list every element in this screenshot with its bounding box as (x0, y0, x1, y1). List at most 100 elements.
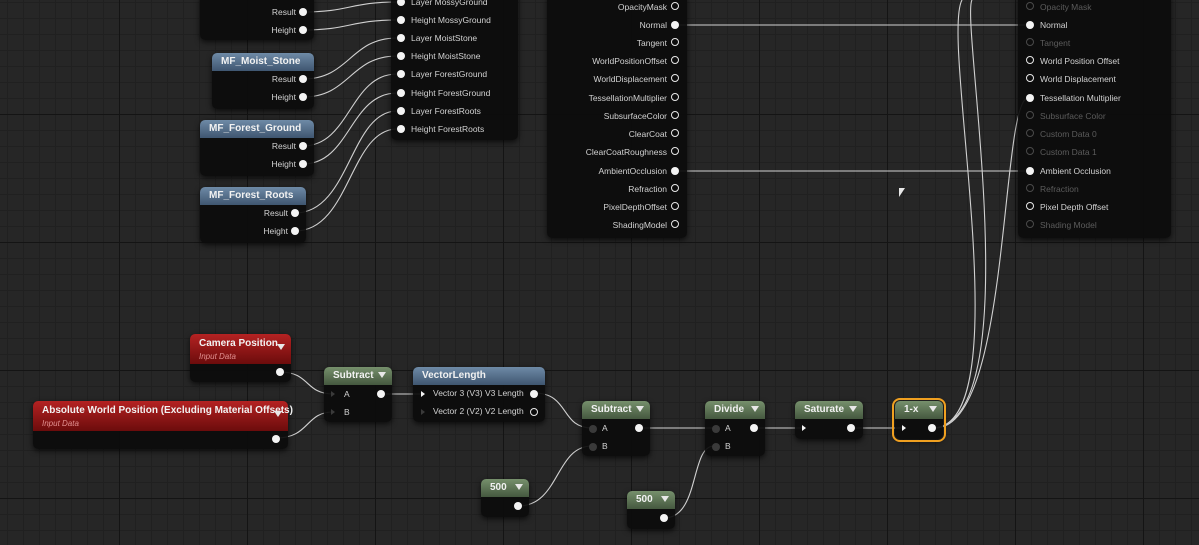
input-pin[interactable] (1026, 94, 1034, 102)
input-pin[interactable] (397, 107, 405, 115)
input-pin[interactable] (1026, 129, 1034, 137)
output-pin[interactable] (276, 368, 284, 376)
input-pin[interactable] (589, 425, 597, 433)
output-pin[interactable] (530, 390, 538, 398)
output-pin[interactable] (847, 424, 855, 432)
input-pin[interactable] (712, 425, 720, 433)
output-pin[interactable] (928, 424, 936, 432)
material-function-node-forest-ground[interactable]: MF_Forest_Ground Result Height (200, 120, 314, 176)
output-pin[interactable] (671, 56, 679, 64)
input-pin[interactable] (712, 443, 720, 451)
input-pin[interactable] (1026, 56, 1034, 64)
output-pin[interactable] (671, 38, 679, 46)
node-title: VectorLength (413, 367, 545, 385)
constant-node[interactable]: 500 (481, 479, 529, 517)
output-pin[interactable] (514, 502, 522, 510)
input-pin[interactable] (1026, 220, 1034, 228)
input-pin[interactable] (397, 70, 405, 78)
output-pin[interactable] (377, 390, 385, 398)
output-pin[interactable] (671, 147, 679, 155)
output-pin[interactable] (299, 75, 307, 83)
output-pin[interactable] (671, 74, 679, 82)
material-function-node-forest-roots[interactable]: MF_Forest_Roots Result Height (200, 187, 306, 243)
output-pin[interactable] (291, 209, 299, 217)
input-pin[interactable] (397, 52, 405, 60)
collapse-arrow-icon[interactable] (661, 496, 669, 502)
subtract-node-2[interactable]: Subtract A B (582, 401, 650, 456)
input-pin[interactable] (331, 391, 335, 397)
input-pin[interactable] (1026, 38, 1034, 46)
output-pin[interactable] (299, 8, 307, 16)
output-pin[interactable] (299, 26, 307, 34)
output-pin[interactable] (671, 2, 679, 10)
one-minus-node[interactable]: 1-x (892, 398, 946, 442)
input-pin[interactable] (397, 89, 405, 97)
node-title: Subtract (324, 367, 392, 385)
camera-position-node[interactable]: Camera Position Input Data (190, 334, 291, 382)
output-pin[interactable] (291, 227, 299, 235)
input-pin[interactable] (397, 0, 405, 6)
output-pin[interactable] (750, 424, 758, 432)
input-pin[interactable] (1026, 184, 1034, 192)
output-label: Height (263, 226, 288, 236)
input-pin[interactable] (1026, 74, 1034, 82)
output-pin[interactable] (660, 514, 668, 522)
collapse-arrow-icon[interactable] (849, 406, 857, 412)
constant-node-2[interactable]: 500 (627, 491, 675, 529)
output-pin[interactable] (272, 435, 280, 443)
collapse-arrow-icon[interactable] (636, 406, 644, 412)
output-pin[interactable] (671, 220, 679, 228)
collapse-arrow-icon[interactable] (929, 406, 937, 412)
partial-function-node[interactable]: Result Height (200, 0, 314, 40)
input-pin[interactable] (802, 425, 806, 431)
material-function-node-moist-stone[interactable]: MF_Moist_Stone Result Height (212, 53, 314, 109)
input-pin[interactable] (397, 16, 405, 24)
collapse-arrow-icon[interactable] (515, 484, 523, 490)
saturate-node[interactable]: Saturate (795, 401, 863, 439)
output-pin[interactable] (671, 111, 679, 119)
input-pin[interactable] (902, 425, 906, 431)
collapse-arrow-icon[interactable] (378, 372, 386, 378)
input-pin[interactable] (331, 409, 335, 415)
output-pin[interactable] (635, 424, 643, 432)
input-pin[interactable] (589, 443, 597, 451)
input-pin[interactable] (1026, 147, 1034, 155)
output-pin[interactable] (299, 160, 307, 168)
output-pin[interactable] (530, 408, 538, 416)
divide-node[interactable]: Divide A B (705, 401, 765, 456)
input-pin[interactable] (1026, 111, 1034, 119)
layer-blend-node[interactable]: Layer MossyGround Height MossyGround Lay… (391, 0, 518, 140)
input-pin[interactable] (421, 391, 425, 397)
output-pin[interactable] (299, 142, 307, 150)
break-attributes-node[interactable]: OpacityMask Normal Tangent WorldPosition… (547, 0, 687, 238)
collapse-arrow-icon[interactable] (274, 411, 282, 417)
subtract-node[interactable]: Subtract A B (324, 367, 392, 422)
vector-length-node[interactable]: VectorLength Vector 3 (V3) V3 Length Vec… (413, 367, 545, 422)
output-pin[interactable] (299, 93, 307, 101)
input-label: A (344, 389, 350, 399)
output-pin[interactable] (671, 93, 679, 101)
input-pin[interactable] (1026, 2, 1034, 10)
material-result-node[interactable]: Opacity Mask Normal Tangent World Positi… (1018, 0, 1171, 238)
collapse-arrow-icon[interactable] (751, 406, 759, 412)
input-label: Layer MossyGround (411, 0, 488, 7)
input-pin[interactable] (1026, 21, 1034, 29)
wire (934, 0, 976, 429)
input-pin[interactable] (1026, 202, 1034, 210)
output-pin[interactable] (671, 129, 679, 137)
output-label: ShadingModel (612, 220, 667, 230)
output-pin[interactable] (671, 184, 679, 192)
input-label: Height MossyGround (411, 15, 491, 25)
output-pin[interactable] (671, 167, 679, 175)
input-pin[interactable] (1026, 167, 1034, 175)
input-pin[interactable] (421, 409, 425, 415)
collapse-arrow-icon[interactable] (277, 344, 285, 350)
output-pin[interactable] (671, 202, 679, 210)
absolute-world-position-node[interactable]: Absolute World Position (Excluding Mater… (33, 401, 293, 449)
input-label: Tessellation Multiplier (1040, 93, 1121, 103)
input-label: A (602, 423, 608, 433)
input-pin[interactable] (397, 34, 405, 42)
output-pin[interactable] (671, 21, 679, 29)
input-pin[interactable] (397, 125, 405, 133)
node-value: 500 (481, 479, 529, 497)
